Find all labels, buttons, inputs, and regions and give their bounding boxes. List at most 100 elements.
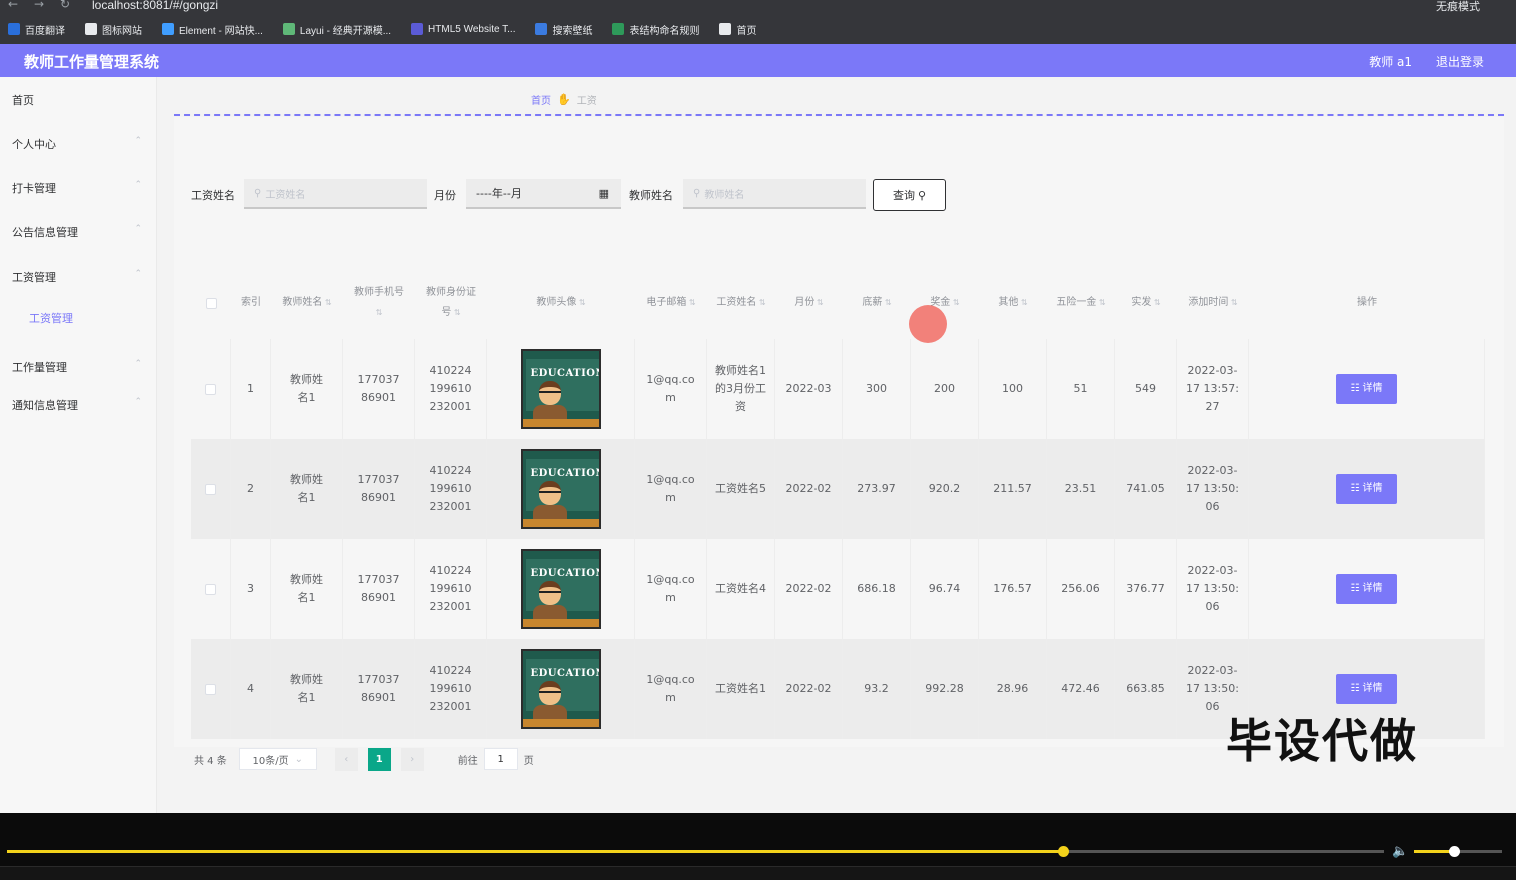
month-picker[interactable]: ----年--月 ▦ (466, 179, 621, 209)
detail-button[interactable]: ☷ 详情 (1336, 674, 1397, 704)
volume-icon[interactable]: 🔈 (1392, 844, 1408, 859)
video-player-bar: 🔈 (0, 813, 1516, 880)
column-header[interactable]: 教师手机号 ⇅ (343, 267, 415, 339)
sort-icon[interactable]: ⇅ (1018, 298, 1028, 307)
column-header[interactable]: 教师头像 ⇅ (487, 267, 635, 339)
query-button[interactable]: 查询 ⚲ (873, 179, 946, 211)
sidebar-item[interactable]: 公告信息管理 ⌃ (12, 224, 142, 240)
select-all-checkbox[interactable] (205, 297, 217, 309)
column-header[interactable]: 教师姓名 ⇅ (271, 267, 343, 339)
logout-link[interactable]: 退出登录 (1436, 53, 1484, 70)
column-header[interactable]: 添加时间 ⇅ (1177, 267, 1249, 339)
column-header[interactable]: 其他 ⇅ (979, 267, 1047, 339)
sort-icon[interactable]: ⇅ (322, 298, 332, 307)
row-checkbox[interactable] (205, 683, 216, 695)
table-cell: 2 (231, 439, 271, 539)
sort-icon[interactable]: ⇅ (576, 298, 586, 307)
cell-index: 1 (247, 382, 254, 395)
teacher-avatar: EDUCATION (520, 449, 601, 529)
column-header[interactable]: 实发 ⇅ (1115, 267, 1177, 339)
sort-icon[interactable]: ⇅ (814, 298, 824, 307)
sort-icon[interactable]: ⇅ (1228, 298, 1238, 307)
volume-slider[interactable] (1414, 846, 1502, 857)
column-header[interactable]: 底薪 ⇅ (843, 267, 911, 339)
chevron-icon: ⌃ (134, 180, 142, 190)
progress-handle[interactable] (1058, 846, 1070, 857)
chevron-icon: ⌃ (134, 136, 142, 146)
sidebar-item[interactable]: 首页 (12, 92, 142, 108)
sidebar-item[interactable]: 通知信息管理 ⌃ (12, 397, 142, 413)
column-header-content: 工资姓名 ⇅ (716, 293, 765, 313)
sort-icon[interactable]: ⇅ (451, 308, 461, 317)
sidebar-item[interactable]: 个人中心 ⌃ (12, 136, 142, 152)
detail-button[interactable]: ☷ 详情 (1336, 574, 1397, 604)
player-controls-strip (0, 866, 1516, 880)
row-checkbox[interactable] (205, 483, 216, 495)
column-header[interactable]: 电子邮箱 ⇅ (635, 267, 707, 339)
breadcrumb-home[interactable]: 首页 (531, 92, 551, 107)
sort-icon[interactable]: ⇅ (686, 298, 696, 307)
back-icon[interactable]: ← (8, 0, 18, 11)
next-page-button[interactable]: › (400, 747, 424, 771)
page-size-select[interactable]: 10条/页 ⌄ (238, 748, 317, 770)
bookmark-item[interactable]: 百度翻译 (8, 22, 65, 37)
cell-base: 273.97 (857, 482, 896, 495)
table-cell: 376.77 (1115, 539, 1177, 639)
bookmark-item[interactable]: Layui - 经典开源模... (282, 22, 391, 37)
bookmark-item[interactable]: 搜索壁纸 (535, 22, 592, 37)
bookmark-item[interactable]: 首页 (719, 22, 756, 37)
reload-icon[interactable]: ↻ (60, 0, 70, 11)
teacher-name-input[interactable]: ⚲ 教师姓名 (683, 179, 866, 209)
table-cell: 741.05 (1115, 439, 1177, 539)
detail-button[interactable]: ☷ 详情 (1336, 474, 1397, 504)
sort-icon[interactable]: ⇅ (756, 298, 766, 307)
column-header[interactable]: 月份 ⇅ (775, 267, 843, 339)
row-checkbox[interactable] (205, 383, 216, 395)
bookmark-item[interactable]: 图标网站 (85, 22, 142, 37)
table-cell: EDUCATION (487, 439, 635, 539)
prev-page-button[interactable]: ‹ (334, 747, 358, 771)
column-header[interactable]: 教师身份证号 ⇅ (415, 267, 487, 339)
sidebar-subitem-salary[interactable]: 工资管理 (29, 310, 73, 326)
bookmark-item[interactable]: Element - 网站快... (162, 22, 263, 37)
column-header-content: 五险一金 ⇅ (1056, 293, 1105, 313)
column-header[interactable]: 五险一金 ⇅ (1047, 267, 1115, 339)
page-number[interactable]: 1 (367, 747, 391, 771)
table-cell: 410224199610232001 (415, 339, 487, 439)
incognito-label: 无痕模式 (1436, 0, 1480, 13)
bookmark-item[interactable]: 表结构命名规则 (612, 22, 699, 37)
sidebar-item[interactable]: 打卡管理 ⌃ (12, 180, 142, 196)
sort-icon[interactable]: ⇅ (882, 298, 892, 307)
table-cell: 100 (979, 339, 1047, 439)
bookmark-icon (85, 23, 97, 35)
goto-page-input[interactable]: 1 (483, 748, 518, 770)
column-header-content: 底薪 ⇅ (862, 293, 891, 313)
volume-handle[interactable] (1448, 846, 1460, 857)
table-cell: EDUCATION (487, 639, 635, 739)
sort-icon[interactable]: ⇅ (950, 298, 960, 307)
sidebar: 首页 个人中心 ⌃ 打卡管理 ⌃ 公告信息管理 ⌃ 工资管理 ⌃ 工作量管理 ⌃ 通知信息管理 ⌃ 工资管… (0, 77, 157, 813)
sidebar-item[interactable]: 工作量管理 ⌃ (12, 359, 142, 375)
dashed-divider (174, 114, 1504, 116)
table-cell: 686.18 (843, 539, 911, 639)
table-cell: 410224199610232001 (415, 639, 487, 739)
detail-button[interactable]: ☷ 详情 (1336, 374, 1397, 404)
bookmark-item[interactable]: HTML5 Website T... (411, 23, 515, 35)
sort-icon[interactable]: ⇅ (1096, 298, 1106, 307)
pagination-total: 共 4 条 (194, 755, 227, 767)
address-bar[interactable]: localhost:8081/#/gongzi (92, 0, 218, 12)
column-header[interactable]: 工资姓名 ⇅ (707, 267, 775, 339)
salary-name-input[interactable]: ⚲ 工资姓名 (244, 179, 427, 209)
progress-bar[interactable] (7, 846, 1384, 857)
cell-month: 2022-03 (785, 382, 832, 395)
cell-time: 2022-03-17 13:50:06 (1186, 464, 1239, 513)
forward-icon[interactable]: → (34, 0, 44, 11)
cell-insurance: 256.06 (1061, 582, 1100, 595)
current-user[interactable]: 教师 a1 (1369, 53, 1412, 70)
cell-email: 1@qq.com (646, 573, 695, 604)
sidebar-item[interactable]: 工资管理 ⌃ (12, 269, 142, 285)
calendar-icon[interactable]: ▦ (599, 187, 609, 200)
row-checkbox[interactable] (205, 583, 216, 595)
sort-icon[interactable]: ⇅ (376, 308, 383, 317)
sort-icon[interactable]: ⇅ (1151, 298, 1161, 307)
